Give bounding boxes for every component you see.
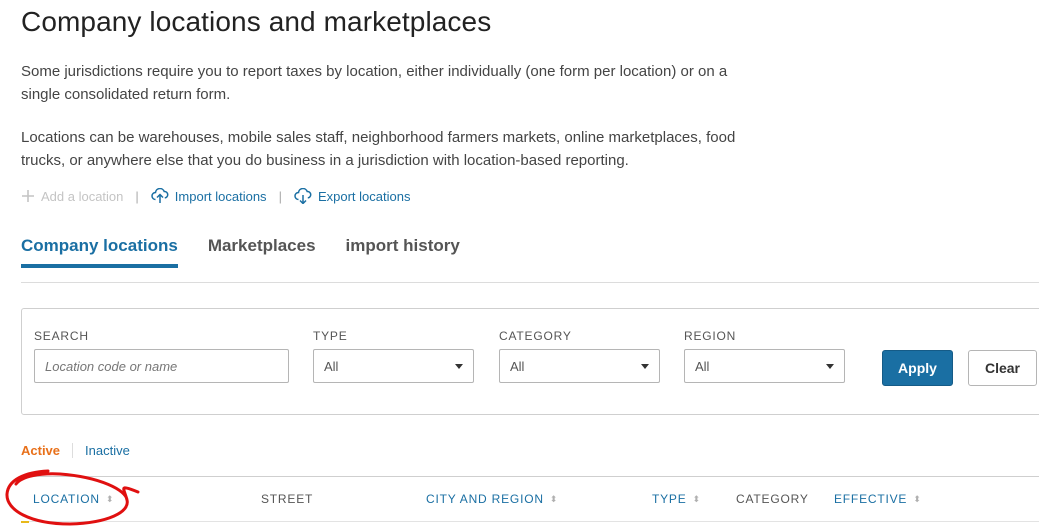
- clear-button[interactable]: Clear: [968, 350, 1037, 386]
- tabs-divider: [21, 282, 1039, 283]
- region-select-value: All: [695, 358, 710, 374]
- sort-arrow-icon: ⬍: [913, 493, 922, 504]
- column-header-label: CATEGORY: [736, 492, 809, 506]
- action-separator: |: [135, 188, 139, 204]
- caret-down-icon: [455, 364, 463, 369]
- column-header-type[interactable]: TYPE ⬍: [652, 492, 701, 506]
- type-select-value: All: [324, 358, 339, 374]
- filter-panel: SEARCH TYPE All CATEGORY All REGION All …: [21, 308, 1039, 415]
- tab-marketplaces[interactable]: Marketplaces: [208, 236, 316, 268]
- category-select-value: All: [510, 358, 525, 374]
- intro-paragraph-2: Locations can be warehouses, mobile sale…: [21, 129, 736, 169]
- column-header-label: LOCATION: [33, 492, 100, 506]
- main-tabs: Company locations Marketplaces import hi…: [21, 236, 460, 268]
- column-header-label: EFFECTIVE: [834, 492, 908, 506]
- location-actions: Add a location | Import locations | Expo…: [21, 184, 410, 208]
- tab-company-locations[interactable]: Company locations: [21, 236, 178, 268]
- caret-down-icon: [641, 364, 649, 369]
- export-locations-link[interactable]: Export locations: [294, 188, 411, 204]
- action-separator: |: [278, 188, 282, 204]
- plus-icon: [21, 189, 35, 203]
- table-header-bottom-border: [21, 521, 1039, 522]
- column-header-effective[interactable]: EFFECTIVE ⬍: [834, 492, 922, 506]
- import-locations-label: Import locations: [174, 188, 267, 204]
- cloud-download-icon: [294, 188, 312, 204]
- type-select[interactable]: All: [313, 349, 474, 383]
- page-title: Company locations and marketplaces: [21, 6, 492, 37]
- status-tab-inactive[interactable]: Inactive: [73, 443, 130, 458]
- column-header-label: CITY AND REGION: [426, 492, 544, 506]
- search-label: SEARCH: [34, 329, 89, 343]
- apply-button[interactable]: Apply: [882, 350, 953, 386]
- column-header-label: TYPE: [652, 492, 687, 506]
- intro-paragraph-1: Some jurisdictions require you to report…: [21, 63, 728, 103]
- region-select[interactable]: All: [684, 349, 845, 383]
- table-header: LOCATION ⬍ STREET CITY AND REGION ⬍ TYPE…: [0, 488, 1039, 512]
- add-location-label: Add a location: [41, 188, 124, 204]
- row-indicator: [21, 521, 29, 523]
- region-label: REGION: [684, 329, 737, 343]
- table-header-top-border: [21, 476, 1039, 477]
- cloud-upload-icon: [151, 188, 169, 204]
- category-select[interactable]: All: [499, 349, 660, 383]
- search-input[interactable]: [34, 349, 289, 383]
- column-header-category: CATEGORY: [736, 492, 809, 506]
- sort-arrow-icon: ⬍: [105, 493, 115, 504]
- status-tab-active[interactable]: Active: [21, 443, 74, 458]
- column-header-location[interactable]: LOCATION ⬍: [33, 492, 114, 506]
- add-location-button[interactable]: Add a location: [21, 189, 123, 204]
- column-header-label: STREET: [261, 492, 314, 506]
- sort-arrow-icon: ⬍: [692, 493, 701, 504]
- status-tabs: Active Inactive: [21, 443, 130, 458]
- column-header-street: STREET: [261, 492, 313, 506]
- export-locations-label: Export locations: [317, 188, 411, 204]
- category-label: CATEGORY: [499, 329, 572, 343]
- caret-down-icon: [826, 364, 834, 369]
- tab-import-history[interactable]: import history: [346, 236, 460, 268]
- type-label: TYPE: [313, 329, 348, 343]
- column-header-city-region[interactable]: CITY AND REGION ⬍: [426, 492, 558, 506]
- import-locations-link[interactable]: Import locations: [151, 188, 267, 204]
- sort-arrow-icon: ⬍: [549, 493, 559, 504]
